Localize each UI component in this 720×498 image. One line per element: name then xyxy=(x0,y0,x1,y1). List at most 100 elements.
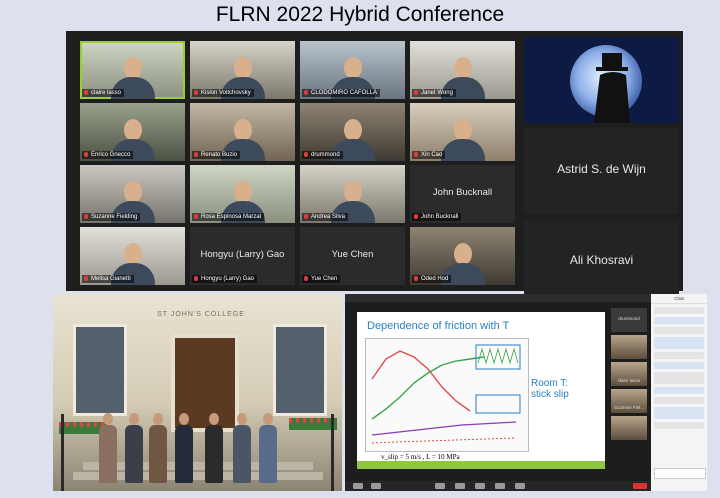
participants-button[interactable] xyxy=(435,483,445,489)
participant-tile[interactable]: Oded Hod xyxy=(410,227,515,285)
slide-footer: v_slip = 5 m/s , L = 10 MPa xyxy=(381,453,460,461)
participant-name-tag: drummond xyxy=(302,151,343,159)
video-thumbnail[interactable]: Suzanne Fiel... xyxy=(611,389,647,413)
participant-tile[interactable]: Rosa Espinosa Marzal xyxy=(190,165,295,223)
participant-tile[interactable]: Kislon Voitchovsky xyxy=(190,41,295,99)
muted-mic-icon xyxy=(414,90,418,95)
person xyxy=(125,413,143,483)
participant-tile[interactable]: claire lasso xyxy=(80,41,185,99)
participant-name-tag: Xin Cao xyxy=(412,151,446,159)
slide-title: Dependence of friction with T xyxy=(367,320,510,332)
participant-tile[interactable]: Janet Wong xyxy=(410,41,515,99)
building-window xyxy=(273,324,327,416)
person xyxy=(149,413,167,483)
participant-center-name: John Bucknall xyxy=(432,187,493,198)
participant-video xyxy=(440,117,485,161)
participant-name: Suzanne Fielding xyxy=(91,214,138,220)
participant-name: Rosa Espinosa Marzal xyxy=(201,214,262,220)
participant-name-tag: claire lasso xyxy=(82,89,125,97)
spotlight-tile-moon[interactable] xyxy=(524,37,679,123)
participant-name: Andrea Silva xyxy=(311,214,346,220)
muted-mic-icon xyxy=(414,152,418,157)
record-button[interactable] xyxy=(495,483,505,489)
participant-name: Kislon Voitchovsky xyxy=(201,90,251,96)
participant-name: claire lasso xyxy=(91,90,122,96)
muted-mic-icon xyxy=(84,214,88,219)
muted-mic-icon xyxy=(194,276,198,281)
slide-footer-band xyxy=(357,461,605,469)
video-thumbnail[interactable]: drummond xyxy=(611,308,647,332)
participant-tile[interactable]: drummond xyxy=(300,103,405,161)
participant-name-tag: Rosa Espinosa Marzal xyxy=(192,213,265,221)
participant-name: Yue Chen xyxy=(311,276,338,282)
college-sign: ST JOHN'S COLLEGE xyxy=(157,311,245,318)
participant-tile[interactable]: Enrico Gnecco xyxy=(80,103,185,161)
slide-annotation-line: stick slip xyxy=(531,389,569,400)
thumbnail-name: drummond xyxy=(618,316,640,321)
participant-tile[interactable]: Andrea Silva xyxy=(300,165,405,223)
muted-mic-icon xyxy=(414,214,418,219)
participant-tile[interactable]: CLODOMIRO CAFOLLA xyxy=(300,41,405,99)
chat-message xyxy=(654,422,704,429)
video-thumbnails: drummond claire lasso Suzanne Fiel... xyxy=(611,308,647,443)
participant-name-tag: Janet Wong xyxy=(412,89,456,97)
spotlight-tile-astrid[interactable]: Astrid S. de Wijn xyxy=(524,128,679,214)
chat-button[interactable] xyxy=(455,483,465,489)
slide-plot xyxy=(365,338,529,452)
handrail xyxy=(61,414,64,491)
muted-mic-icon xyxy=(414,276,418,281)
flower-box xyxy=(289,418,337,430)
participant-name-tag: Andrea Silva xyxy=(302,213,349,221)
participant-name: Renato Buzio xyxy=(201,152,238,158)
video-button[interactable] xyxy=(371,483,381,489)
chat-message xyxy=(654,352,704,359)
participant-tile[interactable]: Yue Chen Yue Chen xyxy=(300,227,405,285)
participant-name: drummond xyxy=(311,152,340,158)
muted-mic-icon xyxy=(194,152,198,157)
person xyxy=(99,413,117,483)
muted-mic-icon xyxy=(304,214,308,219)
participant-name: Ali Khosravi xyxy=(569,253,634,267)
mute-button[interactable] xyxy=(353,483,363,489)
person xyxy=(233,413,251,483)
handrail xyxy=(331,414,334,491)
participant-tile[interactable]: Suzanne Fielding xyxy=(80,165,185,223)
participant-tile[interactable]: Renato Buzio xyxy=(190,103,295,161)
thumbnail-name: Suzanne Fiel... xyxy=(613,405,645,410)
participant-name-tag: Suzanne Fielding xyxy=(82,213,141,221)
spotlight-tile-ali[interactable]: Ali Khosravi xyxy=(524,219,679,305)
video-thumbnail[interactable] xyxy=(611,416,647,440)
chat-input[interactable] xyxy=(654,468,706,479)
video-thumbnail[interactable]: claire lasso xyxy=(611,362,647,386)
muted-mic-icon xyxy=(304,90,308,95)
person xyxy=(205,413,223,483)
participant-name-tag: Kislon Voitchovsky xyxy=(192,89,254,97)
participant-tile[interactable]: Xin Cao xyxy=(410,103,515,161)
participant-tile[interactable]: Melisa Gianetti xyxy=(80,227,185,285)
slide-annotation-line: Room T: xyxy=(531,378,569,389)
participant-name: Enrico Gnecco xyxy=(91,152,131,158)
participant-name: John Bucknall xyxy=(421,214,459,220)
chat-message xyxy=(654,327,704,334)
participant-name: Hongyu (Larry) Gao xyxy=(201,276,255,282)
participant-center-name: Hongyu (Larry) Gao xyxy=(200,249,285,260)
participant-name: Oded Hod xyxy=(421,276,449,282)
participant-name-tag: CLODOMIRO CAFOLLA xyxy=(302,89,381,97)
participant-name: Melisa Gianetti xyxy=(91,276,131,282)
participant-name: Xin Cao xyxy=(421,152,443,158)
participant-tile[interactable]: John Bucknall John Bucknall xyxy=(410,165,515,223)
muted-mic-icon xyxy=(304,152,308,157)
leave-button[interactable] xyxy=(633,483,647,489)
reactions-button[interactable] xyxy=(515,483,525,489)
muted-mic-icon xyxy=(194,90,198,95)
chat-header: Chat xyxy=(651,294,707,304)
participant-grid: claire lasso Kislon Voitchovsky CLODOMIRO … xyxy=(80,41,516,289)
spotlight-column: Astrid S. de Wijn Ali Khosravi xyxy=(524,37,679,310)
page-title: FLRN 2022 Hybrid Conference xyxy=(215,3,505,26)
video-thumbnail[interactable] xyxy=(611,335,647,359)
chat-message xyxy=(654,372,704,384)
participant-center-name: Yue Chen xyxy=(331,249,374,260)
share-screen-button[interactable] xyxy=(475,483,485,489)
participant-tile[interactable]: Hongyu (Larry) Gao Hongyu (Larry) Gao xyxy=(190,227,295,285)
step xyxy=(83,462,313,470)
